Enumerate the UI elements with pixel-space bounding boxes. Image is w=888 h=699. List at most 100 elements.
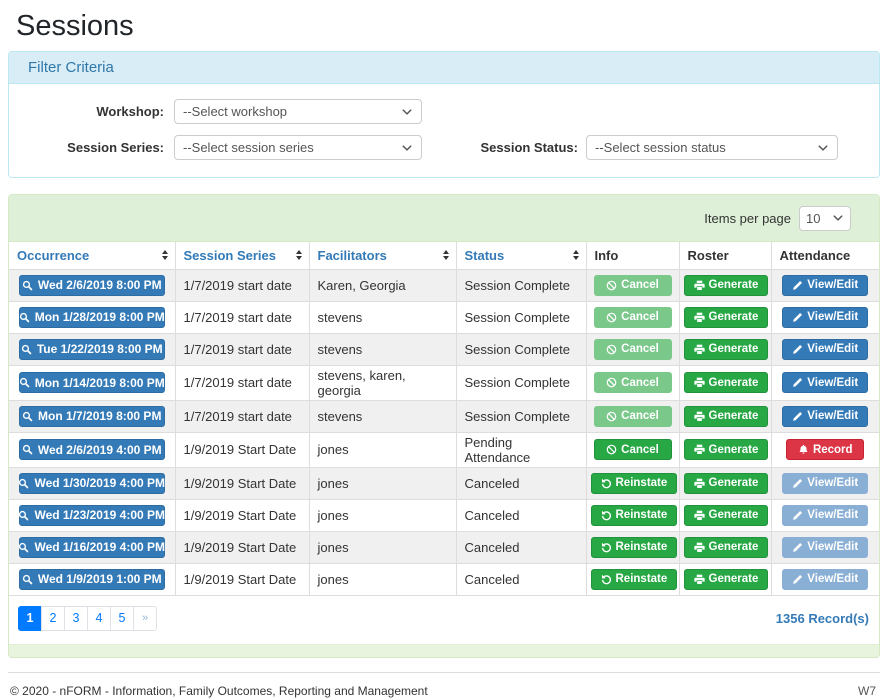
cancel-button: Cancel: [594, 339, 672, 360]
view-edit-button[interactable]: View/Edit: [782, 275, 868, 296]
column-header-label: Attendance: [780, 248, 851, 263]
generate-button-label: Generate: [709, 509, 759, 521]
occurrence-cell: Tue 1/22/2019 8:00 PM: [9, 333, 175, 365]
generate-button[interactable]: Generate: [684, 505, 769, 526]
occurrence-button[interactable]: Mon 1/7/2019 8:00 PM: [19, 406, 165, 427]
pencil-icon: [792, 344, 803, 355]
sort-icon[interactable]: [296, 250, 302, 260]
column-header-status[interactable]: Status: [456, 242, 586, 269]
attendance-cell: View/Edit: [771, 499, 879, 531]
occurrence-cell: Mon 1/28/2019 8:00 PM: [9, 301, 175, 333]
occurrence-button[interactable]: Tue 1/22/2019 8:00 PM: [19, 339, 165, 360]
generate-button[interactable]: Generate: [684, 372, 769, 393]
pagination-page-3[interactable]: 3: [64, 606, 88, 631]
info-cell: Reinstate: [586, 531, 679, 563]
pagination-next[interactable]: »: [133, 606, 157, 631]
record-count: 1356 Record(s): [776, 611, 869, 626]
printer-icon: [694, 312, 705, 323]
facilitators-cell: jones: [309, 563, 456, 595]
info-cell: Cancel: [586, 400, 679, 432]
pencil-icon: [792, 280, 803, 291]
cancel-button-label: Cancel: [621, 377, 659, 389]
generate-button-label: Generate: [709, 279, 759, 291]
record-button[interactable]: Record: [786, 439, 864, 460]
occurrence-button[interactable]: Wed 1/9/2019 1:00 PM: [19, 569, 165, 590]
roster-cell: Generate: [679, 400, 771, 432]
reinstate-button[interactable]: Reinstate: [591, 537, 678, 558]
column-header-label: Occurrence: [17, 248, 89, 263]
occurrence-button[interactable]: Wed 1/23/2019 4:00 PM: [19, 505, 165, 526]
view-edit-button-label: View/Edit: [807, 573, 858, 585]
occurrence-button[interactable]: Mon 1/28/2019 8:00 PM: [19, 307, 165, 328]
generate-button[interactable]: Generate: [684, 473, 769, 494]
cancel-button[interactable]: Cancel: [594, 439, 672, 460]
occurrence-button[interactable]: Mon 1/14/2019 8:00 PM: [19, 372, 165, 393]
roster-cell: Generate: [679, 563, 771, 595]
facilitators-cell: jones: [309, 432, 456, 467]
generate-button[interactable]: Generate: [684, 275, 769, 296]
occurrence-cell: Wed 1/23/2019 4:00 PM: [9, 499, 175, 531]
view-edit-button[interactable]: View/Edit: [782, 339, 868, 360]
workshop-select[interactable]: --Select workshop: [174, 99, 422, 124]
view-edit-button[interactable]: View/Edit: [782, 406, 868, 427]
occurrence-label: Wed 1/23/2019 4:00 PM: [34, 508, 165, 522]
occurrence-button[interactable]: Wed 2/6/2019 4:00 PM: [19, 439, 165, 460]
printer-icon: [694, 574, 705, 585]
pagination-page-4[interactable]: 4: [87, 606, 111, 631]
sort-icon[interactable]: [443, 250, 449, 260]
reinstate-button[interactable]: Reinstate: [591, 473, 678, 494]
items-per-page-select[interactable]: 10: [799, 206, 851, 231]
column-header-label: Info: [595, 248, 619, 263]
view-edit-button[interactable]: View/Edit: [782, 307, 868, 328]
workshop-select-value: --Select workshop: [183, 104, 287, 119]
session-status-select[interactable]: --Select session status: [586, 135, 838, 160]
generate-button[interactable]: Generate: [684, 439, 769, 460]
generate-button[interactable]: Generate: [684, 537, 769, 558]
column-header-session-series[interactable]: Session Series: [175, 242, 309, 269]
filter-criteria-header[interactable]: Filter Criteria: [9, 52, 879, 84]
generate-button-label: Generate: [709, 377, 759, 389]
session-series-cell: 1/9/2019 Start Date: [175, 432, 309, 467]
copyright-text: © 2020 - nFORM - Information, Family Out…: [10, 684, 428, 698]
ban-icon: [606, 280, 617, 291]
cancel-button-label: Cancel: [621, 444, 659, 456]
filter-form: Workshop: --Select workshop Session Seri…: [9, 84, 879, 177]
table-row: Wed 2/6/2019 4:00 PM 1/9/2019 Start Datej…: [9, 432, 879, 467]
status-cell: Canceled: [456, 467, 586, 499]
occurrence-cell: Wed 2/6/2019 4:00 PM: [9, 432, 175, 467]
pencil-icon: [792, 312, 803, 323]
session-series-select[interactable]: --Select session series: [174, 135, 422, 160]
session-series-cell: 1/9/2019 Start Date: [175, 563, 309, 595]
reinstate-button[interactable]: Reinstate: [591, 505, 678, 526]
reinstate-button[interactable]: Reinstate: [591, 569, 678, 590]
generate-button[interactable]: Generate: [684, 406, 769, 427]
ban-icon: [606, 377, 617, 388]
table-row: Wed 1/30/2019 4:00 PM1/9/2019 Start Date…: [9, 467, 879, 499]
generate-button[interactable]: Generate: [684, 339, 769, 360]
pagination-page-5[interactable]: 5: [110, 606, 134, 631]
pagination-page-2[interactable]: 2: [41, 606, 65, 631]
column-header-facilitators[interactable]: Facilitators: [309, 242, 456, 269]
filter-criteria-panel: Filter Criteria Workshop: --Select works…: [8, 51, 880, 178]
occurrence-button[interactable]: Wed 1/30/2019 4:00 PM: [19, 473, 165, 494]
occurrence-button[interactable]: Wed 2/6/2019 8:00 PM: [19, 275, 165, 296]
roster-cell: Generate: [679, 467, 771, 499]
occurrence-label: Mon 1/14/2019 8:00 PM: [35, 376, 165, 390]
sort-icon[interactable]: [573, 250, 579, 260]
session-series-cell: 1/7/2019 start date: [175, 365, 309, 400]
cancel-button-label: Cancel: [621, 279, 659, 291]
generate-button[interactable]: Generate: [684, 307, 769, 328]
occurrence-cell: Wed 2/6/2019 8:00 PM: [9, 269, 175, 301]
view-edit-button: View/Edit: [782, 537, 868, 558]
status-cell: Session Complete: [456, 269, 586, 301]
generate-button[interactable]: Generate: [684, 569, 769, 590]
occurrence-button[interactable]: Wed 1/16/2019 4:00 PM: [19, 537, 165, 558]
page: Sessions Filter Criteria Workshop: --Sel…: [0, 0, 888, 699]
ban-icon: [606, 312, 617, 323]
sort-icon[interactable]: [162, 250, 168, 260]
record-button-label: Record: [813, 444, 853, 456]
pagination-page-1[interactable]: 1: [18, 606, 42, 631]
view-edit-button[interactable]: View/Edit: [782, 372, 868, 393]
column-header-occurrence[interactable]: Occurrence: [9, 242, 175, 269]
rotate-ccw-icon: [601, 478, 612, 489]
